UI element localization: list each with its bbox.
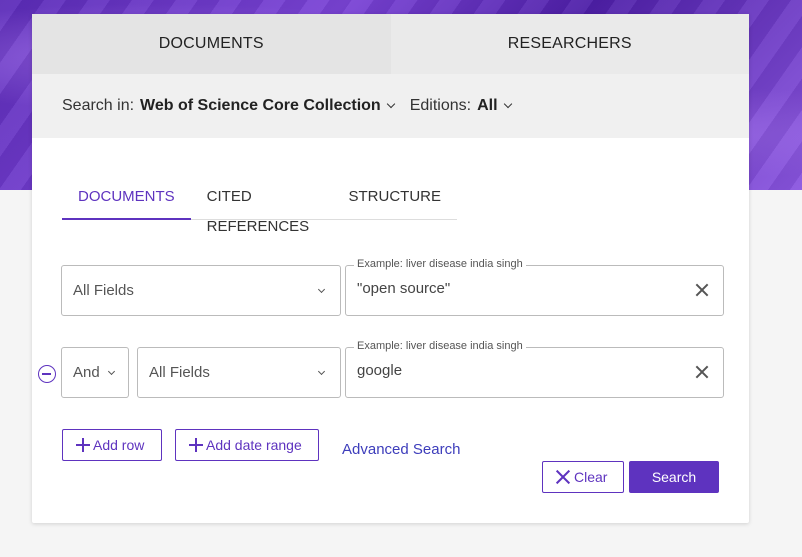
collection-dropdown[interactable]: Web of Science Core Collection bbox=[140, 97, 395, 115]
search-card: DOCUMENTS RESEARCHERS Search in: Web of … bbox=[32, 14, 749, 523]
field-select-value: All Fields bbox=[149, 364, 210, 381]
operator-select[interactable]: And bbox=[61, 347, 129, 398]
sub-tabs: DOCUMENTS CITED REFERENCES STRUCTURE bbox=[62, 182, 458, 235]
editions-label: Editions: bbox=[409, 97, 472, 114]
search-in-label: Search in: bbox=[62, 97, 135, 114]
field-select-value: All Fields bbox=[73, 282, 134, 299]
collection-value: Web of Science Core Collection bbox=[140, 97, 381, 114]
query-field-row2[interactable]: Example: liver disease india singh googl… bbox=[345, 340, 724, 398]
chevron-down-icon bbox=[317, 285, 326, 294]
query-value: google bbox=[357, 362, 403, 379]
clear-button[interactable]: Clear bbox=[542, 461, 624, 493]
add-date-range-label: Add date range bbox=[206, 437, 302, 453]
editions-value: All bbox=[477, 97, 498, 114]
add-row-button[interactable]: Add row bbox=[62, 429, 162, 461]
close-icon bbox=[556, 470, 570, 484]
query-placeholder-label: Example: liver disease india singh bbox=[354, 340, 526, 352]
plus-icon bbox=[189, 438, 203, 452]
search-in-bar: Search in: Web of Science Core Collectio… bbox=[32, 74, 749, 138]
tab-documents[interactable]: DOCUMENTS bbox=[32, 14, 391, 74]
query-placeholder-label: Example: liver disease india singh bbox=[354, 258, 526, 270]
subtab-structure[interactable]: STRUCTURE bbox=[333, 182, 458, 220]
field-select-row2[interactable]: All Fields bbox=[137, 347, 341, 398]
plus-icon bbox=[76, 438, 90, 452]
chevron-down-icon bbox=[107, 367, 116, 376]
close-icon[interactable] bbox=[695, 365, 709, 379]
search-button[interactable]: Search bbox=[629, 461, 719, 493]
top-tabs: DOCUMENTS RESEARCHERS bbox=[32, 14, 749, 74]
field-select-row1[interactable]: All Fields bbox=[61, 265, 341, 316]
subtab-cited-references[interactable]: CITED REFERENCES bbox=[191, 182, 333, 235]
tab-researchers[interactable]: RESEARCHERS bbox=[390, 14, 749, 74]
add-row-label: Add row bbox=[93, 437, 145, 453]
editions-dropdown[interactable]: All bbox=[477, 97, 512, 115]
clear-label: Clear bbox=[574, 469, 608, 485]
chevron-down-icon bbox=[503, 99, 512, 109]
query-field-row1[interactable]: Example: liver disease india singh "open… bbox=[345, 258, 724, 316]
remove-row-icon[interactable] bbox=[38, 365, 56, 383]
query-value: "open source" bbox=[357, 280, 451, 297]
operator-value: And bbox=[73, 364, 100, 381]
subtab-documents[interactable]: DOCUMENTS bbox=[62, 182, 191, 220]
chevron-down-icon bbox=[386, 99, 395, 109]
add-date-range-button[interactable]: Add date range bbox=[175, 429, 319, 461]
close-icon[interactable] bbox=[695, 283, 709, 297]
search-label: Search bbox=[651, 469, 697, 485]
advanced-search-link[interactable]: Advanced Search bbox=[342, 441, 460, 458]
chevron-down-icon bbox=[317, 367, 326, 376]
